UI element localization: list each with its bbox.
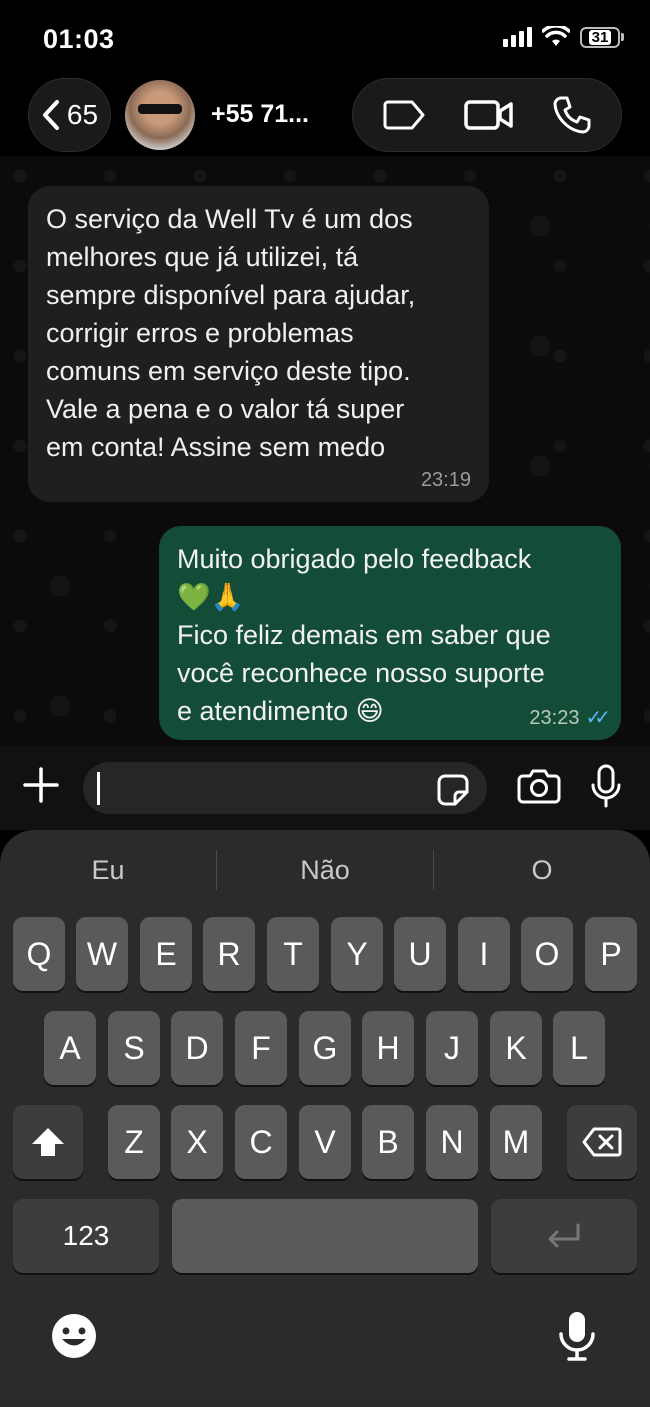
key-h[interactable]: H xyxy=(362,1011,414,1085)
chevron-left-icon xyxy=(42,100,59,130)
text-caret xyxy=(97,772,100,805)
key-b[interactable]: B xyxy=(362,1105,414,1179)
label-icon[interactable] xyxy=(382,99,426,131)
return-icon xyxy=(548,1223,580,1248)
numbers-key[interactable]: 123 xyxy=(13,1199,159,1273)
key-r[interactable]: R xyxy=(203,917,255,991)
header-actions xyxy=(352,78,622,152)
key-s[interactable]: S xyxy=(108,1011,160,1085)
incoming-message[interactable]: O serviço da Well Tv é um dos melhores q… xyxy=(28,186,489,502)
video-call-icon[interactable] xyxy=(464,99,514,131)
key-x[interactable]: X xyxy=(171,1105,223,1179)
battery-icon: 31 xyxy=(580,26,620,48)
key-j[interactable]: J xyxy=(426,1011,478,1085)
phone-call-icon[interactable] xyxy=(552,95,592,135)
keyboard-bottom-bar xyxy=(0,1270,650,1370)
message-time: 23:23 xyxy=(529,707,580,729)
key-f[interactable]: F xyxy=(235,1011,287,1085)
key-e[interactable]: E xyxy=(140,917,192,991)
composer-bar xyxy=(0,746,650,830)
key-y[interactable]: Y xyxy=(331,917,383,991)
signal-icon xyxy=(503,27,532,47)
message-text: O serviço da Well Tv é um dos melhores q… xyxy=(46,204,416,462)
dictation-icon[interactable] xyxy=(558,1310,596,1362)
microphone-icon[interactable] xyxy=(590,764,622,808)
key-k[interactable]: K xyxy=(490,1011,542,1085)
read-ticks-icon: ✓✓ xyxy=(585,707,610,729)
status-icons: 31 xyxy=(503,26,624,48)
message-meta: 23:19 xyxy=(46,468,471,492)
message-time: 23:19 xyxy=(420,469,471,491)
backspace-icon xyxy=(582,1127,622,1157)
plus-icon[interactable] xyxy=(22,766,60,804)
suggestion-bar: Eu Não O xyxy=(0,830,650,910)
emoji-icon[interactable] xyxy=(50,1312,98,1360)
avatar[interactable] xyxy=(125,80,195,150)
key-z[interactable]: Z xyxy=(108,1105,160,1179)
key-c[interactable]: C xyxy=(235,1105,287,1179)
key-i[interactable]: I xyxy=(458,917,510,991)
key-t[interactable]: T xyxy=(267,917,319,991)
key-a[interactable]: A xyxy=(44,1011,96,1085)
key-d[interactable]: D xyxy=(171,1011,223,1085)
key-u[interactable]: U xyxy=(394,917,446,991)
key-g[interactable]: G xyxy=(299,1011,351,1085)
camera-icon[interactable] xyxy=(517,768,561,804)
key-o[interactable]: O xyxy=(521,917,573,991)
shift-key[interactable] xyxy=(13,1105,83,1179)
key-l[interactable]: L xyxy=(553,1011,605,1085)
key-n[interactable]: N xyxy=(426,1105,478,1179)
suggestion-item[interactable]: Eu xyxy=(0,855,216,886)
unread-count: 65 xyxy=(66,99,99,130)
backspace-key[interactable] xyxy=(567,1105,637,1179)
key-v[interactable]: V xyxy=(299,1105,351,1179)
battery-level: 31 xyxy=(588,29,612,45)
chat-header: 65 +55 71... xyxy=(0,76,650,156)
status-bar: 01:03 31 xyxy=(0,0,650,78)
suggestion-item[interactable]: O xyxy=(434,855,650,886)
key-q[interactable]: Q xyxy=(13,917,65,991)
message-input[interactable] xyxy=(83,762,487,814)
suggestion-item[interactable]: Não xyxy=(217,855,433,886)
sticker-icon[interactable] xyxy=(437,774,469,806)
shift-icon xyxy=(32,1128,64,1156)
contact-name[interactable]: +55 71... xyxy=(211,100,309,129)
space-key[interactable] xyxy=(172,1199,478,1273)
back-button[interactable]: 65 xyxy=(28,78,111,152)
status-time: 01:03 xyxy=(43,24,115,54)
outgoing-message[interactable]: Muito obrigado pelo feedback 💚🙏 Fico fel… xyxy=(159,526,621,740)
keyboard: Eu Não O Q W E R T Y U I O P A S D F G H… xyxy=(0,830,650,1407)
key-p[interactable]: P xyxy=(585,917,637,991)
message-meta: 23:23 ✓✓ xyxy=(529,706,610,730)
message-text: Muito obrigado pelo feedback 💚🙏 Fico fel… xyxy=(177,544,551,726)
return-key[interactable] xyxy=(491,1199,637,1273)
key-m[interactable]: M xyxy=(490,1105,542,1179)
chat-area[interactable]: O serviço da Well Tv é um dos melhores q… xyxy=(0,156,650,746)
wifi-icon xyxy=(542,26,570,46)
key-w[interactable]: W xyxy=(76,917,128,991)
